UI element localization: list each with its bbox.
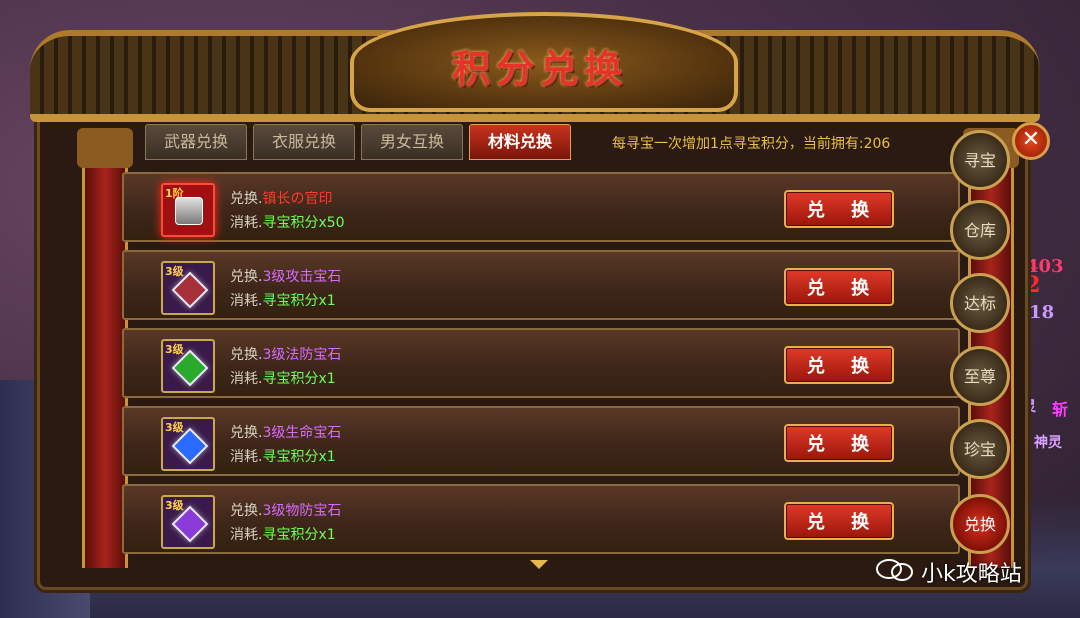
side-menu-exchange[interactable]: 兑换 <box>950 494 1010 554</box>
close-icon[interactable]: ✕ <box>1012 122 1050 160</box>
side-menu-warehouse[interactable]: 仓库 <box>950 200 1010 260</box>
wechat-icon <box>876 559 913 581</box>
list-item: 3级 兑换.3级物防宝石 消耗.寻宝积分x1 兑 换 <box>122 484 960 554</box>
exchange-line: 兑换.3级物防宝石 <box>230 503 342 519</box>
cost-value: 寻宝积分x50 <box>262 215 345 231</box>
panel-title: 积分兑换 <box>451 46 628 91</box>
cost-line: 消耗.寻宝积分x1 <box>230 293 336 309</box>
tab-gender-swap[interactable]: 男女互换 <box>361 124 463 160</box>
list-item: 3级 兑换.3级攻击宝石 消耗.寻宝积分x1 兑 换 <box>122 250 960 320</box>
item-slot[interactable]: 3级 <box>161 495 215 549</box>
exchange-button[interactable]: 兑 换 <box>784 502 894 540</box>
exchange-button[interactable]: 兑 换 <box>784 268 894 306</box>
scroll-down-icon[interactable] <box>530 560 548 569</box>
item-name: 3级法防宝石 <box>262 347 342 363</box>
item-slot[interactable]: 3级 <box>161 417 215 471</box>
cost-line: 消耗.寻宝积分x1 <box>230 371 336 387</box>
watermark-text: 小k攻略站 <box>921 562 1022 587</box>
item-slot[interactable]: 3级 <box>161 261 215 315</box>
exchange-line: 兑换.镇长の官印 <box>230 191 333 207</box>
exchange-button[interactable]: 兑 换 <box>784 190 894 228</box>
side-menu-achievement[interactable]: 达标 <box>950 273 1010 333</box>
scene-npc-name: 神灵 <box>1034 435 1062 451</box>
item-name: 3级生命宝石 <box>262 425 342 441</box>
cost-value: 寻宝积分x1 <box>262 293 336 309</box>
exchange-line: 兑换.3级生命宝石 <box>230 425 342 441</box>
level-badge: 3级 <box>165 421 184 434</box>
level-badge: 3级 <box>165 265 184 278</box>
item-slot[interactable]: 3级 <box>161 339 215 393</box>
tab-material-exchange[interactable]: 材料兑换 <box>469 124 571 160</box>
cost-value: 寻宝积分x1 <box>262 371 336 387</box>
item-slot[interactable]: 1阶 <box>161 183 215 237</box>
item-name: 镇长の官印 <box>262 191 333 207</box>
exchange-line: 兑换.3级法防宝石 <box>230 347 342 363</box>
cost-value: 寻宝积分x1 <box>262 527 336 543</box>
level-badge: 3级 <box>165 343 184 356</box>
exchange-list[interactable]: 1阶 兑换.镇长の官印 消耗.寻宝积分x50 兑 换 3级 兑换.3级攻击宝石 … <box>122 172 960 560</box>
exchange-line: 兑换.3级攻击宝石 <box>230 269 342 285</box>
item-name: 3级物防宝石 <box>262 503 342 519</box>
tab-clothes-exchange[interactable]: 衣服兑换 <box>253 124 355 160</box>
list-item: 1阶 兑换.镇长の官印 消耗.寻宝积分x50 兑 换 <box>122 172 960 242</box>
level-badge: 3级 <box>165 499 184 512</box>
item-name: 3级攻击宝石 <box>262 269 342 285</box>
exchange-button[interactable]: 兑 换 <box>784 424 894 462</box>
exchange-button[interactable]: 兑 换 <box>784 346 894 384</box>
cost-value: 寻宝积分x1 <box>262 449 336 465</box>
points-info: 每寻宝一次增加1点寻宝积分，当前拥有:206 <box>612 136 891 152</box>
list-item: 3级 兑换.3级生命宝石 消耗.寻宝积分x1 兑 换 <box>122 406 960 476</box>
tab-bar: 武器兑换 衣服兑换 男女互换 材料兑换 <box>145 124 571 160</box>
side-menu-treasure-hunt[interactable]: 寻宝 <box>950 130 1010 190</box>
side-menu-treasure[interactable]: 珍宝 <box>950 419 1010 479</box>
list-item: 3级 兑换.3级法防宝石 消耗.寻宝积分x1 兑 换 <box>122 328 960 398</box>
side-menu-supreme[interactable]: 至尊 <box>950 346 1010 406</box>
scene-npc-name: 斩 <box>1052 400 1069 419</box>
cost-line: 消耗.寻宝积分x1 <box>230 527 336 543</box>
cost-line: 消耗.寻宝积分x50 <box>230 215 345 231</box>
seal-icon <box>175 197 203 225</box>
tab-weapon-exchange[interactable]: 武器兑换 <box>145 124 247 160</box>
cost-line: 消耗.寻宝积分x1 <box>230 449 336 465</box>
